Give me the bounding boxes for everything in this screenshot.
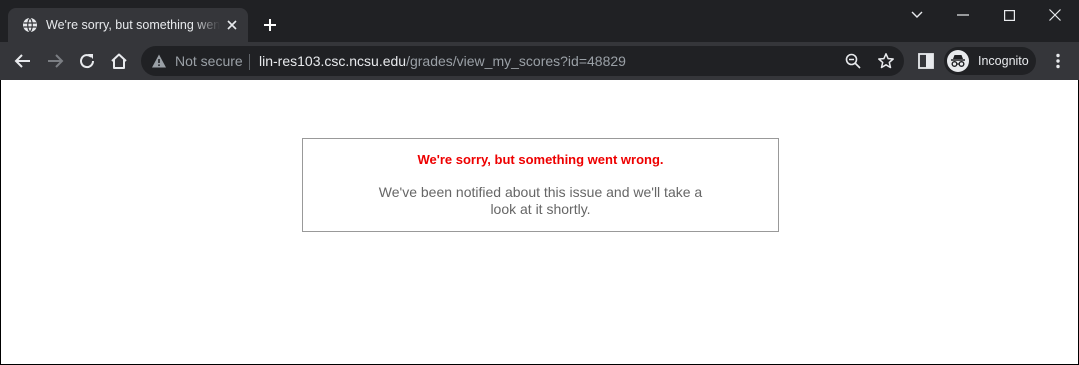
zoom-icon[interactable] [845,53,861,69]
tab-strip: We're sorry, but something went wrong (5… [0,0,1079,42]
incognito-button[interactable]: Incognito [944,47,1036,75]
globe-icon [23,17,37,33]
reload-icon[interactable] [77,51,97,71]
omnibox-divider [249,54,250,70]
error-title: We're sorry, but something went wrong. [417,152,664,167]
warning-icon[interactable] [151,53,167,69]
maximize-icon[interactable] [997,6,1021,24]
back-arrow-icon[interactable] [13,51,33,71]
address-bar[interactable]: Not secure lin-res103.csc.ncsu.edu/grade… [141,46,904,76]
side-panel-icon[interactable] [918,53,934,69]
minimize-icon[interactable] [951,6,975,24]
error-message: We've been notified about this issue and… [378,184,703,217]
tab-search-icon[interactable] [905,6,929,24]
new-tab-icon[interactable] [261,16,279,34]
toolbar: Not secure lin-res103.csc.ncsu.edu/grade… [0,42,1079,80]
bookmark-star-icon[interactable] [877,52,895,70]
error-dialog: We're sorry, but something went wrong. W… [302,138,779,232]
home-icon[interactable] [109,51,129,71]
window-close-icon[interactable] [1043,6,1067,24]
tab-title: We're sorry, but something went wrong (5… [46,18,220,32]
incognito-icon [947,50,969,72]
security-label[interactable]: Not secure [175,53,243,69]
url-text[interactable]: lin-res103.csc.ncsu.edu/grades/view_my_s… [259,53,626,69]
tab-active[interactable]: We're sorry, but something went wrong (5… [8,8,248,42]
url-host: lin-res103.csc.ncsu.edu [259,53,407,69]
url-path: /grades/view_my_scores?id=48829 [406,53,626,69]
page-viewport: We're sorry, but something went wrong. W… [0,80,1079,365]
forward-arrow-icon[interactable] [45,51,65,71]
tab-close-icon[interactable] [224,17,240,33]
more-menu-icon[interactable] [1050,53,1066,69]
incognito-label: Incognito [978,54,1029,68]
